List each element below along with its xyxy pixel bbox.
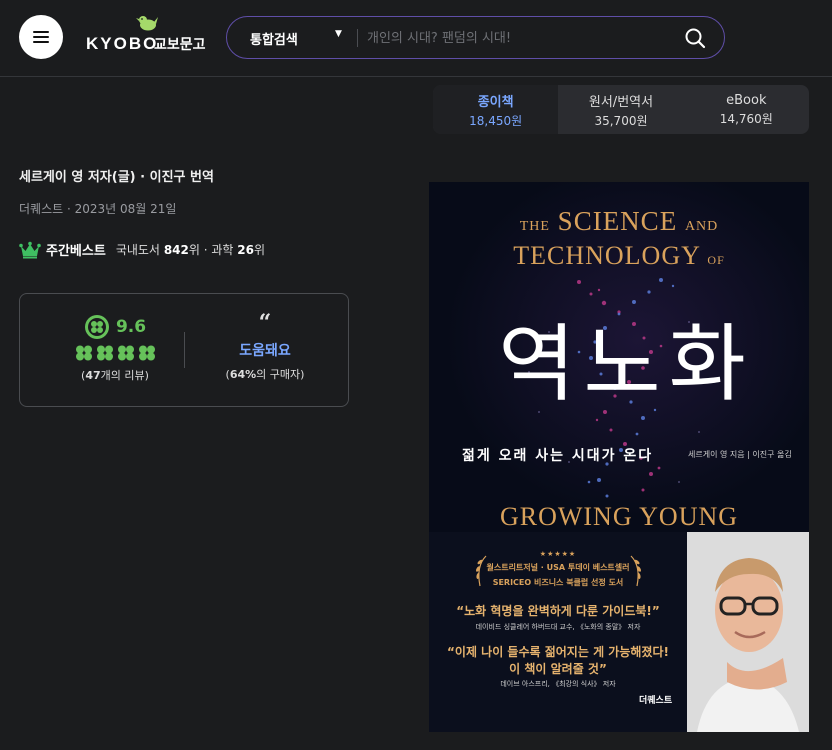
logo-text-en: KYOBO	[86, 34, 159, 53]
cover-word-technology: TECHNOLOGY	[513, 241, 700, 270]
book-cover-image[interactable]: THE SCIENCE AND TECHNOLOGY OF 역노화 젊게 오래 …	[429, 182, 809, 732]
tab-ebook[interactable]: eBook 14,760원	[684, 85, 809, 134]
tab-original-translation[interactable]: 원서/번역서 35,700원	[558, 85, 683, 134]
domestic-label: 국내도서	[115, 243, 160, 257]
review-count: (47개의 리뷰)	[60, 367, 170, 383]
cover-subtitle: 젊게 오래 사는 시대가 온다	[462, 448, 654, 464]
science-label: 과학	[211, 243, 234, 257]
clover-icon	[117, 345, 134, 361]
helpful-label: 도움돼요	[239, 343, 291, 359]
cover-publisher-logo: 더퀘스트	[639, 696, 673, 706]
search-input[interactable]	[367, 25, 667, 51]
publisher-date: 더퀘스트 · 2023년 08월 21일	[19, 202, 177, 216]
search-category-select[interactable]: 통합검색	[250, 29, 298, 48]
cover-bottom-panel: ★★★★★ 월스트리트저널 · USA 투데이 베스트셀러 SERICEO 비즈…	[429, 532, 809, 732]
author-photo	[687, 532, 809, 732]
tab-label: 원서/번역서	[588, 94, 654, 110]
domestic-rank: 842	[163, 242, 189, 257]
bird-logo-icon	[136, 16, 158, 31]
review-summary-card: 9.6 (47개의 리뷰) “ 도움돼요 (64%의 구매자)	[19, 293, 349, 407]
rating-score: 9.6	[115, 317, 147, 337]
science-rank: 26	[237, 242, 254, 257]
tab-paper-book[interactable]: 종이책 18,450원	[433, 85, 559, 134]
cover-quote-2-source: 데이브 아스프리, 《최강의 식사》 저자	[500, 680, 616, 688]
bestseller-rank[interactable]: 주간베스트 국내도서 842 위 · 과학 26 위	[19, 240, 265, 259]
menu-button[interactable]	[19, 15, 63, 59]
buyer-pct-suffix: 의 구매자)	[256, 368, 305, 381]
cover-award-2: SERICEO 비즈니스 북클럽 선정 도서	[492, 578, 624, 587]
cover-word-and: AND	[684, 219, 719, 234]
cover-word-of: OF	[707, 253, 725, 267]
cover-author-line: 세르게이 영 지음 | 이진구 옮김	[688, 450, 792, 459]
tab-label: eBook	[726, 92, 767, 108]
klover-badge-icon	[84, 315, 109, 339]
cover-title-technology: TECHNOLOGY OF	[429, 241, 809, 271]
search-divider	[357, 29, 358, 47]
clover-rating	[60, 345, 170, 361]
buyer-percentage: (64%의 구매자)	[205, 366, 325, 382]
review-count-suffix: 개의 리뷰)	[100, 369, 149, 382]
kyobo-logo[interactable]: KYOBO 교보문고	[86, 14, 216, 56]
cover-quote-1: “노화 혁명을 완벽하게 다룬 가이드북!”	[456, 604, 660, 618]
cover-title-en: GROWING YOUNG	[499, 502, 739, 531]
caret-down-icon[interactable]: ▼	[335, 29, 342, 39]
logo-text-ko: 교보문고	[154, 37, 206, 53]
science-unit: 위	[254, 243, 266, 257]
cover-quote-2-line-2: 이 책이 알려줄 것”	[509, 662, 607, 676]
cover-quote-1-source: 데이비드 싱클레어 하버드대 교수, 《노화의 종말》 저자	[475, 623, 641, 631]
author-line[interactable]: 세르게이 영 저자(글) · 이진구 번역	[19, 166, 214, 185]
rating-block[interactable]: 9.6 (47개의 리뷰)	[60, 314, 170, 383]
tab-label: 종이책	[477, 94, 514, 110]
clover-icon	[138, 345, 155, 361]
buyer-pct-number: 64%	[229, 368, 257, 381]
tab-price: 14,760원	[719, 111, 773, 126]
clover-icon	[75, 345, 92, 361]
cover-title-ko: 역노화	[498, 315, 754, 413]
clover-icon	[96, 345, 113, 361]
author-portrait-illustration	[687, 532, 809, 732]
cover-word-the: THE	[519, 219, 550, 234]
cover-word-science: SCIENCE	[557, 206, 678, 236]
search-icon[interactable]	[684, 27, 706, 49]
rank-unit: 위	[188, 243, 200, 257]
card-divider	[184, 332, 185, 368]
search-bar: 통합검색 ▼	[226, 16, 725, 59]
hamburger-icon	[33, 31, 49, 43]
crown-icon	[19, 241, 41, 258]
bestseller-title: 주간베스트	[46, 244, 106, 259]
cover-award-1: 월스트리트저널 · USA 투데이 베스트셀러	[486, 563, 630, 572]
cover-quote-2: “이제 나이 들수록 젊어지는 게 가능해졌다!	[447, 645, 669, 659]
quote-icon: “	[258, 310, 272, 336]
cover-title-science: THE SCIENCE AND	[429, 206, 809, 237]
rank-separator: ·	[199, 242, 212, 257]
site-header: KYOBO 교보문고 통합검색 ▼	[0, 0, 832, 77]
review-count-number: 47	[85, 369, 101, 382]
tab-price: 35,700원	[594, 113, 648, 128]
cover-stars: ★★★★★	[539, 550, 577, 558]
helpful-block[interactable]: “ 도움돼요 (64%의 구매자)	[205, 310, 325, 382]
cover-top-panel: THE SCIENCE AND TECHNOLOGY OF 역노화 젊게 오래 …	[429, 182, 809, 532]
format-tabs: 종이책 18,450원 원서/번역서 35,700원 eBook 14,760원	[433, 85, 809, 134]
tab-price: 18,450원	[469, 113, 523, 128]
